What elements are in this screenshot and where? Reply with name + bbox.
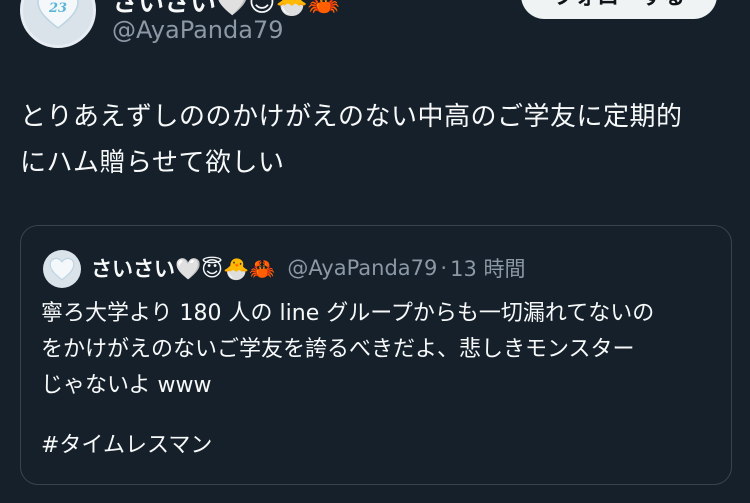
heart-icon: 23 [36,0,80,30]
author-handle[interactable]: @AyaPanda79 [112,16,284,44]
separator-dot: · [440,256,448,280]
quote-text-line: 寧ろ大学より 180 人の line グループからも一切漏れてないの [41,301,655,326]
quote-text-line: をかけがえのないご学友を誇るべきだよ、悲しきモンスター [41,337,635,362]
quote-timestamp[interactable]: 13 時間 [450,253,525,283]
hashtag-link[interactable]: #タイムレスマン [41,428,212,464]
quote-author-name[interactable]: さいさい🤍😇🐣🦀 [91,253,275,283]
quote-tweet-card[interactable]: さいさい🤍😇🐣🦀 @AyaPanda79 · 13 時間 寧ろ大学より 180 … [20,225,732,485]
tweet-text-line: にハム贈らせて欲しい [20,148,285,178]
follow-button[interactable]: フォローする [521,0,717,19]
author-avatar[interactable]: 23 [20,0,96,48]
quote-text-line: じゃないよ www [41,373,212,398]
quote-author-avatar[interactable] [43,250,81,288]
avatar-number: 23 [48,1,68,16]
quote-header: さいさい🤍😇🐣🦀 @AyaPanda79 · 13 時間 [91,253,526,283]
quote-text: 寧ろ大学より 180 人の line グループからも一切漏れてないの をかけがえ… [41,296,711,404]
heart-icon [49,257,75,281]
tweet-text-line: とりあえずしののかけがえのない中高のご学友に定期的 [20,102,683,132]
quote-author-handle[interactable]: @AyaPanda79 [287,256,437,280]
tweet-text: とりあえずしののかけがえのない中高のご学友に定期的 にハム贈らせて欲しい [20,94,730,186]
